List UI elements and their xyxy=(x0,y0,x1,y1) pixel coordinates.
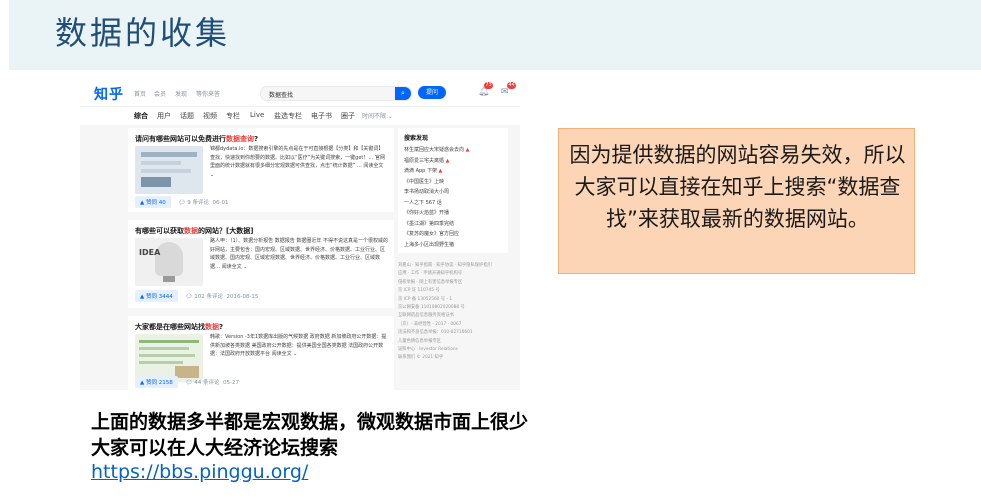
notification-badge: 73 xyxy=(484,82,493,89)
comments-count[interactable]: 44 条评论 xyxy=(194,380,219,386)
time-filter-dropdown[interactable]: 时间不限 ⌄ xyxy=(362,111,393,120)
hot-icon: ▲ xyxy=(436,168,443,174)
result-excerpt: 路人甲：（1）、数据分析报告 数据报告 数据圈近年 不得不说这真是一个很权威的好… xyxy=(210,238,388,270)
comments-count[interactable]: 102 条评论 xyxy=(194,294,223,300)
message-badge: 44 xyxy=(507,82,516,89)
search-result-card[interactable]: 大家都是在哪些网站找数据? 韩歌：Version -3年1数据库出版的气候数据 … xyxy=(128,316,394,390)
trending-item[interactable]: 《中国医生》上映 xyxy=(404,178,444,185)
footer-link[interactable]: 儿童色情信息举报专区 xyxy=(398,338,508,346)
footer-link[interactable]: 刘看山 · 知乎指南 · 知乎协议 · 知乎隐私保护指引 xyxy=(398,262,508,270)
trending-item[interactable]: 上海多小区出现野生猪 xyxy=(404,241,454,248)
footer-link[interactable]: 违法和不良信息举报：010-82716601 xyxy=(398,329,508,337)
nav-home[interactable]: 首页 xyxy=(134,89,146,98)
trending-item[interactable]: 滴滴 App 下架 ▲ xyxy=(404,167,442,174)
trending-item[interactable]: 《你好火焰蓝》开播 xyxy=(404,209,449,216)
trending-item[interactable]: 林生斌回应大宋疑惑会去向 ▲ xyxy=(404,146,469,153)
ask-button[interactable]: 提问 xyxy=(418,86,446,99)
search-input[interactable]: 数据查找 ⌕ xyxy=(260,86,412,101)
callout-box: 因为提供数据的网站容易失效，所以大家可以直接在知乎上搜索“数据查找”来获取最新的… xyxy=(558,128,915,274)
result-title[interactable]: 请问有哪些网站可以免费进行数据查询? xyxy=(135,134,258,144)
result-excerpt: 韩歌：Version -3年1数据库出版的气候数据 政府数据 新加坡政府公开数据… xyxy=(210,334,387,357)
trending-item[interactable]: 一人之下 567 话 xyxy=(404,199,442,206)
upvote-button[interactable]: ▲ 赞同 3444 xyxy=(135,290,178,302)
footer-link[interactable]: 互联网药品信息服务资格证书 xyxy=(398,312,508,320)
hot-icon: ▲ xyxy=(444,157,450,164)
slide-header-bar: 数据的收集 xyxy=(9,0,981,70)
result-thumbnail: IDEA xyxy=(135,238,203,286)
search-query: 数据查找 xyxy=(269,92,294,99)
comment-icon: 💬︎ xyxy=(185,380,193,386)
zhihu-top-bar: 知乎 首页 会员 发现 等你来答 数据查找 ⌕ 提问 🔔︎ 73 ✉︎ 44 xyxy=(80,80,520,107)
footer-link[interactable]: 证照中心 · Investor Relations xyxy=(398,346,508,354)
search-result-card[interactable]: 有哪些可以获取数据的网站？[大数据] IDEA 路人甲：（1）、数据分析报告 数… xyxy=(128,220,394,308)
footer-link[interactable]: 京公网安备 11010802020088 号 xyxy=(398,304,508,312)
trending-item[interactable]: 《复苏的魔女》官方回应 xyxy=(404,230,459,237)
trending-item[interactable]: 《墨江湖》第四季完结 xyxy=(404,220,454,227)
tab-ebooks[interactable]: 电子书 xyxy=(311,111,332,121)
search-button[interactable]: ⌕ xyxy=(395,87,411,100)
tab-salt-columns[interactable]: 盐选专栏 xyxy=(274,111,302,121)
comment-icon: 💬︎ xyxy=(185,294,193,300)
note-line-2: 大家可以在人大经济论坛搜索 xyxy=(91,437,339,459)
result-date: 06-01 xyxy=(212,200,229,206)
result-thumbnail xyxy=(135,334,203,382)
tab-live[interactable]: Live xyxy=(250,111,264,119)
pinggu-forum-link[interactable]: https://bbs.pinggu.org/ xyxy=(91,461,308,483)
nav-waiting-answers[interactable]: 等你来答 xyxy=(196,89,220,98)
slide-title: 数据的收集 xyxy=(55,14,231,52)
upvote-button[interactable]: ▲ 赞同 2158 xyxy=(135,376,178,388)
result-meta: ▲ 赞同 40 💬︎ 9 条评论 06-01 xyxy=(135,196,228,208)
footer-link[interactable]: （京）- 非经营性 - 2017 - 0067 xyxy=(398,321,508,329)
note-line-1: 上面的数据多半都是宏观数据，微观数据市面上很少 xyxy=(91,411,529,433)
footer-link[interactable]: 京 ICP 证 110745 号 xyxy=(398,287,508,295)
nav-member[interactable]: 会员 xyxy=(154,89,166,98)
result-title[interactable]: 大家都是在哪些网站找数据? xyxy=(135,322,223,332)
footer-link[interactable]: 应用 · 工作 · 申请开通知乎机构号 xyxy=(398,270,508,278)
tab-all[interactable]: 综合 xyxy=(134,111,148,121)
result-date: 05-27 xyxy=(222,380,239,386)
tab-columns[interactable]: 专栏 xyxy=(226,111,240,121)
upvote-button[interactable]: ▲ 赞同 40 xyxy=(135,196,171,208)
search-discovery-title: 搜索发现 xyxy=(404,135,429,142)
search-result-card[interactable]: 请问有哪些网站可以免费进行数据查询? 锦都dydata.io：数据搜索引擎的先点… xyxy=(128,128,394,212)
zhihu-logo[interactable]: 知乎 xyxy=(94,84,124,104)
tab-users[interactable]: 用户 xyxy=(157,111,171,121)
result-date: 2016-08-15 xyxy=(226,294,259,300)
nav-discover[interactable]: 发现 xyxy=(175,89,187,98)
tab-videos[interactable]: 视频 xyxy=(203,111,217,121)
footer-links: 刘看山 · 知乎指南 · 知乎协议 · 知乎隐私保护指引 应用 · 工作 · 申请… xyxy=(398,262,508,363)
callout-text: 因为提供数据的网站容易失效，所以大家可以直接在知乎上搜索“数据查找”来获取最新的… xyxy=(569,143,906,231)
result-meta: ▲ 赞同 2158 💬︎ 44 条评论 05-27 xyxy=(135,376,239,388)
comments-count[interactable]: 9 条评论 xyxy=(187,200,209,206)
tab-circles[interactable]: 圈子 xyxy=(341,111,355,121)
footer-link[interactable]: 京 ICP 备 13052560 号 - 1 xyxy=(398,296,508,304)
zhihu-screenshot: 知乎 首页 会员 发现 等你来答 数据查找 ⌕ 提问 🔔︎ 73 ✉︎ 44 综… xyxy=(80,80,520,390)
tab-topics[interactable]: 话题 xyxy=(180,111,194,121)
search-discovery-panel: 搜索发现 林生斌回应大宋疑惑会去向 ▲ 福原爱三宅夫离婚 ▲ 滴滴 App 下架 ▲… xyxy=(398,128,508,253)
result-thumbnail xyxy=(135,146,203,194)
result-title[interactable]: 有哪些可以获取数据的网站？[大数据] xyxy=(135,226,253,236)
footer-link[interactable]: 侵权举报 · 网上有害信息举报专区 xyxy=(398,279,508,287)
search-type-tabs: 综合 用户 话题 视频 专栏 Live 盐选专栏 电子书 圈子 时间不限 ⌄ xyxy=(80,107,520,125)
search-icon: ⌕ xyxy=(401,89,405,97)
result-excerpt: 锦都dydata.io：数据搜索引擎的先点是在于可直接根据【分类】和【关键词】查… xyxy=(210,146,385,178)
comment-icon: 💬︎ xyxy=(178,200,186,206)
trending-item[interactable]: 李书扬动取消大小周 xyxy=(404,188,449,195)
result-meta: ▲ 赞同 3444 💬︎ 102 条评论 2016-08-15 xyxy=(135,290,258,302)
trending-item[interactable]: 福原爱三宅夫离婚 ▲ xyxy=(404,157,449,164)
footer-link[interactable]: 联系我们 © 2021 知乎 xyxy=(398,354,508,362)
hot-icon: ▲ xyxy=(464,147,470,153)
